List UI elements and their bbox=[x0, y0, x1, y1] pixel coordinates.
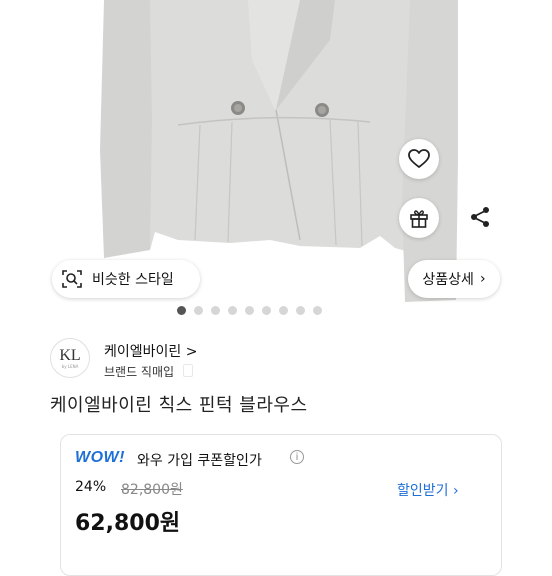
brand-type-mark bbox=[183, 364, 193, 377]
share-icon[interactable] bbox=[466, 203, 494, 231]
gift-button[interactable] bbox=[399, 198, 439, 238]
carousel-indicator[interactable] bbox=[177, 306, 322, 315]
wow-logo: WOW! bbox=[75, 449, 125, 466]
carousel-dot[interactable] bbox=[262, 306, 271, 315]
similar-style-label: 비슷한 스타일 bbox=[92, 272, 174, 288]
product-detail-button[interactable]: 상품상세 › bbox=[408, 260, 500, 298]
carousel-dot[interactable] bbox=[228, 306, 237, 315]
wishlist-button[interactable] bbox=[399, 139, 439, 179]
product-detail-label: 상품상세 bbox=[422, 272, 474, 288]
carousel-dot[interactable] bbox=[177, 306, 186, 315]
gift-icon bbox=[410, 210, 428, 228]
info-icon[interactable]: i bbox=[290, 450, 304, 464]
heart-icon bbox=[408, 149, 430, 168]
brand-name-link[interactable]: 케이엘바이린 > bbox=[104, 341, 197, 361]
carousel-dot[interactable] bbox=[245, 306, 254, 315]
carousel-dot[interactable] bbox=[279, 306, 288, 315]
carousel-dot[interactable] bbox=[296, 306, 305, 315]
brand-logo-text: KL bbox=[59, 346, 81, 364]
original-price: 82,800원 bbox=[121, 482, 183, 498]
coupon-card: WOW! 와우 가입 쿠폰할인가 i 24% 82,800원 62,800원 할… bbox=[60, 434, 502, 576]
carousel-dot[interactable] bbox=[313, 306, 322, 315]
image-search-icon bbox=[62, 270, 82, 288]
discount-rate: 24% bbox=[75, 479, 107, 495]
similar-style-button[interactable]: 비슷한 스타일 bbox=[52, 260, 200, 298]
product-title: 케이엘바이린 칙스 핀턱 블라우스 bbox=[50, 395, 308, 416]
brand-logo[interactable]: KL by LENA bbox=[50, 338, 90, 378]
sale-price: 62,800원 bbox=[75, 511, 181, 536]
carousel-dot[interactable] bbox=[194, 306, 203, 315]
chevron-right-icon: › bbox=[479, 271, 486, 287]
brand-type: 브랜드 직매입 bbox=[104, 365, 175, 379]
get-discount-link[interactable]: 할인받기 › bbox=[397, 480, 459, 500]
coupon-label: 와우 가입 쿠폰할인가 bbox=[137, 453, 262, 469]
carousel-dot[interactable] bbox=[211, 306, 220, 315]
brand-logo-subtext: by LENA bbox=[61, 363, 79, 369]
